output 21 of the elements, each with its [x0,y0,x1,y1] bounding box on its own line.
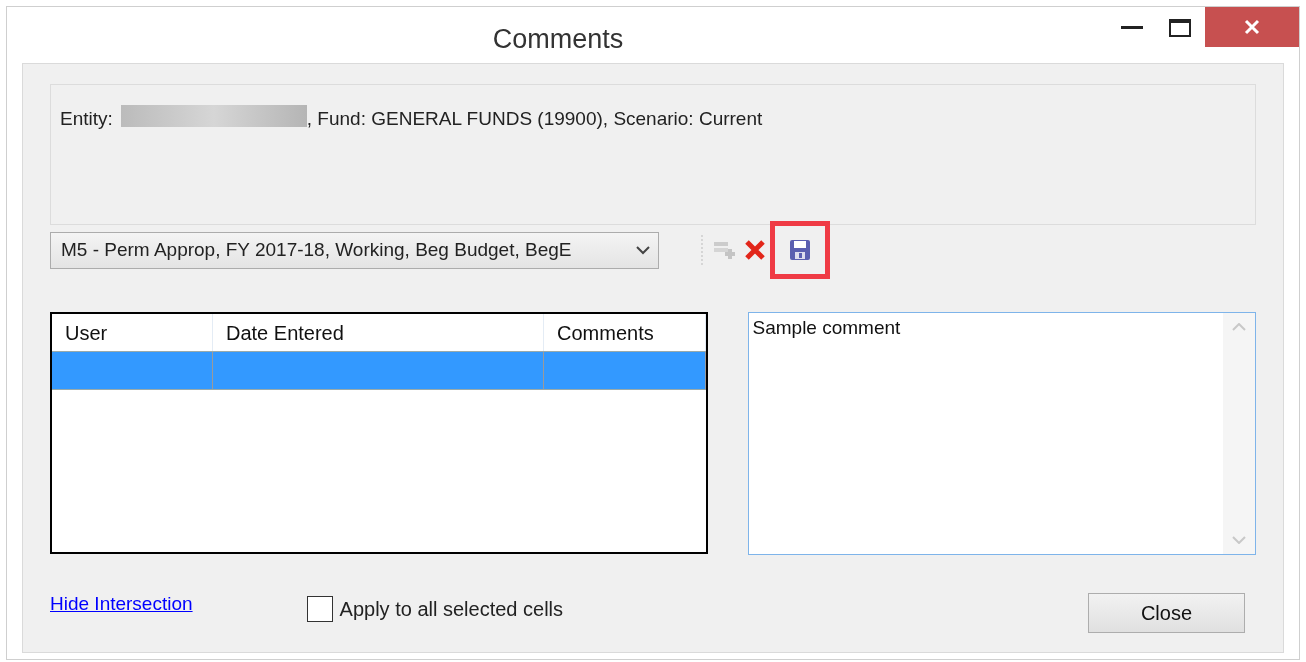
comment-text: Sample comment [752,317,901,338]
save-tool-button[interactable] [770,221,830,279]
version-dropdown[interactable]: M5 - Perm Approp, FY 2017-18, Working, Beg Budget, BegE [50,231,659,269]
add-rows-icon [713,239,737,261]
hide-intersection-link[interactable]: Hide Intersection [50,589,193,619]
minimize-icon [1121,26,1143,30]
entity-label: Entity: [60,107,113,131]
maximize-icon [1169,19,1191,37]
close-dialog-button[interactable]: Close [1088,593,1245,633]
fund-scenario-text: , Fund: GENERAL FUNDS (19900), Scenario: Current [306,107,763,131]
chevron-down-icon [636,245,650,255]
checkbox-square [306,596,333,622]
scrollbar[interactable] [1223,313,1255,554]
chevron-up-icon [1232,323,1246,331]
save-icon [789,239,811,261]
delete-icon [744,239,766,261]
close-icon [1244,19,1260,35]
chevron-down-icon [1232,536,1246,544]
window-title: Comments [492,23,624,56]
comment-text-area[interactable]: Sample comment [747,312,1256,555]
apply-all-checkbox[interactable]: Apply to all selected cells [306,594,564,624]
